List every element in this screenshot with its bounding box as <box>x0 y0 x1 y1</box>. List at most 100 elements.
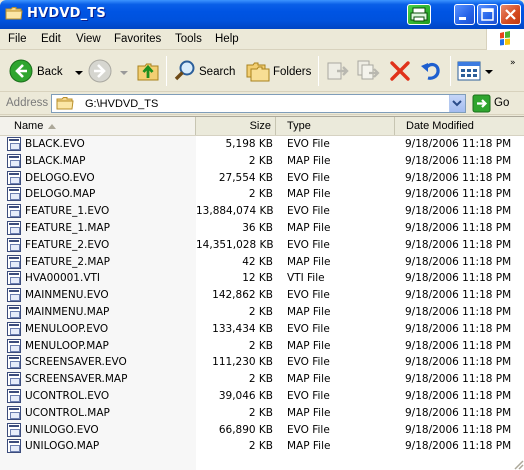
file-size: 12 KB <box>242 272 273 285</box>
close-icon <box>505 9 516 20</box>
back-button[interactable]: Back <box>5 54 83 87</box>
file-row[interactable]: FEATURE_1.EVO 13,884,074 KB EVO File 9/18/2… <box>0 203 524 220</box>
column-date-modified[interactable]: Date Modified <box>395 117 524 135</box>
toolbar-separator <box>318 56 319 86</box>
file-name: FEATURE_1.MAP <box>25 221 110 234</box>
copy-to-icon <box>357 60 380 80</box>
toolbar-separator <box>450 56 451 86</box>
minimize-button[interactable] <box>454 4 475 25</box>
file-icon <box>7 187 21 202</box>
toolbar-overflow[interactable]: » <box>510 58 522 78</box>
file-size: 39,046 KB <box>218 389 273 402</box>
file-row[interactable]: SCREENSAVER.EVO 111,230 KB EVO File 9/18/20… <box>0 354 524 371</box>
copy-to-button[interactable] <box>354 56 382 86</box>
delete-icon <box>390 61 410 81</box>
title-bar[interactable]: HVDVD_TS <box>0 0 524 29</box>
file-size: 2 KB <box>248 406 273 419</box>
column-size[interactable]: Size <box>196 117 276 135</box>
file-size: 66,890 KB <box>218 423 273 436</box>
resize-grip-icon[interactable] <box>512 458 524 470</box>
address-field[interactable]: G:\HVDVD_TS <box>51 94 466 113</box>
menu-file[interactable]: File <box>8 33 27 45</box>
file-icon <box>7 355 21 370</box>
file-date-modified: 9/18/2006 11:18 PM <box>405 322 512 335</box>
chevron-down-icon <box>452 100 462 107</box>
file-row[interactable]: UCONTROL.EVO 39,046 KB EVO File 9/18/2006 1… <box>0 388 524 405</box>
chevron-down-icon[interactable] <box>75 70 83 76</box>
move-to-icon <box>327 62 349 80</box>
file-icon <box>7 254 21 269</box>
file-type: MAP File <box>287 188 331 201</box>
file-rows: BLACK.EVO 5,198 KB EVO File 9/18/2006 11:18… <box>0 136 524 455</box>
forward-arrow-icon <box>88 59 112 83</box>
windows-logo <box>486 29 524 50</box>
folder-icon <box>5 7 23 20</box>
file-date-modified: 9/18/2006 11:18 PM <box>405 205 512 218</box>
file-row[interactable]: UNILOGO.MAP 2 KB MAP File 9/18/2006 11:18 P… <box>0 438 524 455</box>
file-name: SCREENSAVER.MAP <box>25 373 128 386</box>
printer-icon[interactable] <box>407 4 431 25</box>
file-row[interactable]: BLACK.EVO 5,198 KB EVO File 9/18/2006 11:18… <box>0 136 524 153</box>
file-name: DELOGO.EVO <box>25 171 95 184</box>
menu-edit[interactable]: Edit <box>41 33 61 45</box>
file-row[interactable]: DELOGO.MAP 2 KB MAP File 9/18/2006 11:18 PM <box>0 186 524 203</box>
file-icon <box>7 288 21 303</box>
move-to-button[interactable] <box>324 56 352 86</box>
search-button[interactable]: Search <box>171 54 237 87</box>
chevron-down-icon[interactable] <box>120 70 128 76</box>
file-size: 27,554 KB <box>218 171 273 184</box>
file-date-modified: 9/18/2006 11:18 PM <box>405 138 512 150</box>
file-icon <box>7 137 21 151</box>
file-icon <box>7 372 21 387</box>
file-row[interactable]: SCREENSAVER.MAP 2 KB MAP File 9/18/2006 11:… <box>0 371 524 388</box>
undo-button[interactable] <box>417 56 445 86</box>
address-label: Address <box>6 97 49 109</box>
menu-tools[interactable]: Tools <box>175 33 202 45</box>
column-name[interactable]: Name <box>0 117 196 135</box>
close-button[interactable] <box>500 4 521 25</box>
menu-help[interactable]: Help <box>215 33 239 45</box>
file-row[interactable]: FEATURE_2.MAP 42 KB MAP File 9/18/2006 11:1… <box>0 254 524 271</box>
folders-icon <box>246 62 270 82</box>
file-row[interactable]: MENULOOP.MAP 2 KB MAP File 9/18/2006 11:18 … <box>0 338 524 355</box>
go-button[interactable]: Go <box>470 94 522 113</box>
file-row[interactable]: MAINMENU.EVO 142,862 KB EVO File 9/18/2006 … <box>0 287 524 304</box>
forward-button[interactable] <box>84 54 128 87</box>
file-row[interactable]: FEATURE_1.MAP 36 KB MAP File 9/18/2006 11:1… <box>0 220 524 237</box>
chevron-down-icon[interactable] <box>485 69 493 75</box>
file-row[interactable]: FEATURE_2.EVO 14,351,028 KB EVO File 9/18/2… <box>0 237 524 254</box>
file-row[interactable]: MAINMENU.MAP 2 KB MAP File 9/18/2006 11:18 … <box>0 304 524 321</box>
file-row[interactable]: MENULOOP.EVO 133,434 KB EVO File 9/18/2006 … <box>0 321 524 338</box>
file-date-modified: 9/18/2006 11:18 PM <box>405 272 512 285</box>
address-dropdown-button[interactable] <box>449 95 465 112</box>
file-size: 13,884,074 KB <box>196 205 274 218</box>
file-row[interactable]: UNILOGO.EVO 66,890 KB EVO File 9/18/2006 11… <box>0 422 524 439</box>
folder-icon <box>56 97 74 110</box>
column-type[interactable]: Type <box>276 117 395 135</box>
file-row[interactable]: DELOGO.EVO 27,554 KB EVO File 9/18/2006 11:… <box>0 170 524 187</box>
file-type: MAP File <box>287 339 331 352</box>
file-name: MENULOOP.MAP <box>25 339 109 352</box>
up-button[interactable] <box>133 54 163 87</box>
file-list[interactable]: Name Size Type Date Modified BLACK.EVO 5,… <box>0 116 524 470</box>
file-size: 2 KB <box>248 305 273 318</box>
file-type: MAP File <box>287 373 331 386</box>
file-row[interactable]: BLACK.MAP 2 KB MAP File 9/18/2006 11:18 PM <box>0 153 524 170</box>
maximize-icon <box>481 8 494 21</box>
search-icon <box>174 60 195 81</box>
folders-button[interactable]: Folders <box>243 54 313 87</box>
file-row[interactable]: HVA00001.VTI 12 KB VTI File 9/18/2006 11:18… <box>0 270 524 287</box>
menu-favorites[interactable]: Favorites <box>114 33 161 45</box>
file-type: EVO File <box>287 238 330 251</box>
file-size: 2 KB <box>248 339 273 352</box>
file-row[interactable]: UCONTROL.MAP 2 KB MAP File 9/18/2006 11:18 … <box>0 405 524 422</box>
file-name: UCONTROL.MAP <box>25 406 110 419</box>
delete-button[interactable] <box>386 56 414 86</box>
file-icon <box>7 338 21 353</box>
file-date-modified: 9/18/2006 11:18 PM <box>405 356 512 369</box>
menu-view[interactable]: View <box>76 33 101 45</box>
file-name: UNILOGO.EVO <box>25 423 99 436</box>
column-name-label: Name <box>14 120 44 132</box>
maximize-button[interactable] <box>477 4 498 25</box>
views-button[interactable] <box>455 56 495 86</box>
